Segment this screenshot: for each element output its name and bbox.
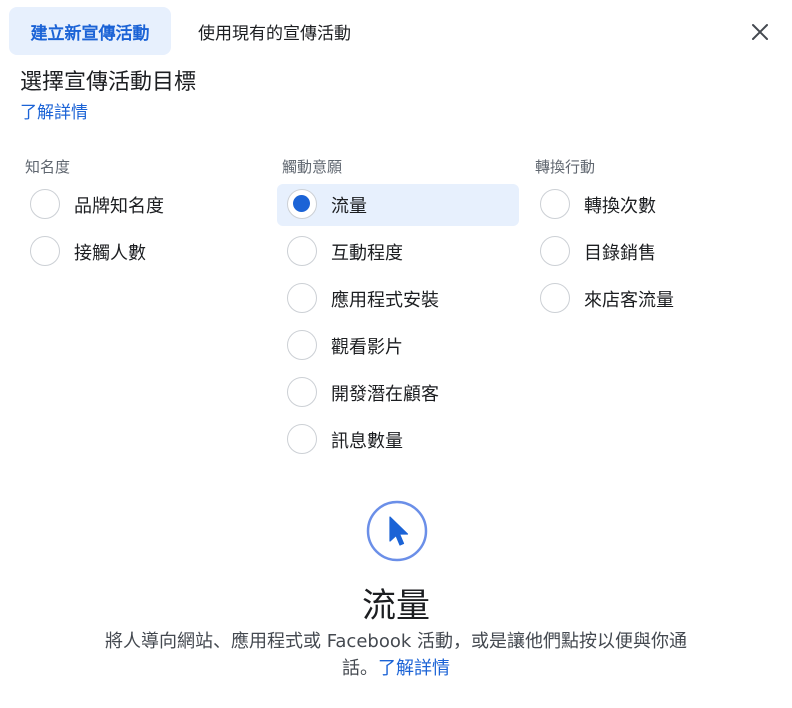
objective-option-store-traffic[interactable]: 來店客流量 bbox=[530, 278, 772, 320]
objective-option-traffic[interactable]: 流量 bbox=[277, 184, 519, 226]
tab-create-new-campaign[interactable]: 建立新宣傳活動 bbox=[9, 7, 171, 55]
option-label: 訊息數量 bbox=[331, 431, 403, 452]
radio-button[interactable] bbox=[540, 236, 570, 266]
option-label: 開發潛在顧客 bbox=[331, 384, 439, 405]
radio-button[interactable] bbox=[540, 283, 570, 313]
objective-option-conversions[interactable]: 轉換次數 bbox=[530, 184, 772, 226]
objective-option-catalog-sales[interactable]: 目錄銷售 bbox=[530, 231, 772, 273]
option-label: 轉換次數 bbox=[584, 196, 656, 217]
objective-option-reach[interactable]: 接觸人數 bbox=[20, 231, 262, 273]
column-heading: 知名度 bbox=[25, 158, 71, 176]
radio-button[interactable] bbox=[287, 424, 317, 454]
option-label: 品牌知名度 bbox=[74, 196, 164, 217]
cursor-arrow-icon bbox=[366, 500, 428, 562]
column-heading: 轉換行動 bbox=[535, 158, 596, 176]
option-label: 互動程度 bbox=[331, 243, 403, 264]
radio-button[interactable] bbox=[30, 236, 60, 266]
tab-use-existing-campaign[interactable]: 使用現有的宣傳活動 bbox=[186, 7, 363, 55]
column-heading: 觸動意願 bbox=[282, 158, 343, 176]
objective-option-video-views[interactable]: 觀看影片 bbox=[277, 325, 519, 367]
radio-button[interactable] bbox=[287, 236, 317, 266]
page-title: 選擇宣傳活動目標 bbox=[20, 70, 197, 95]
close-button[interactable] bbox=[744, 16, 776, 48]
detail-learn-more-link[interactable]: 了解詳情 bbox=[378, 658, 450, 679]
objective-option-brand-awareness[interactable]: 品牌知名度 bbox=[20, 184, 262, 226]
objective-column-conversion: 轉換行動 轉換次數 目錄銷售 來店客流量 bbox=[530, 155, 772, 323]
radio-button[interactable] bbox=[287, 283, 317, 313]
objective-detail-title: 流量 bbox=[362, 586, 430, 626]
objective-detail-description: 將人導向網站、應用程式或 Facebook 活動，或是讓他們點按以便與你通話。了… bbox=[90, 628, 702, 682]
objective-option-app-installs[interactable]: 應用程式安裝 bbox=[277, 278, 519, 320]
radio-button[interactable] bbox=[30, 189, 60, 219]
objective-option-lead-generation[interactable]: 開發潛在顧客 bbox=[277, 372, 519, 414]
objective-option-messages[interactable]: 訊息數量 bbox=[277, 419, 519, 461]
option-label: 應用程式安裝 bbox=[331, 290, 439, 311]
objective-column-awareness: 知名度 品牌知名度 接觸人數 bbox=[20, 155, 262, 276]
option-label: 目錄銷售 bbox=[584, 243, 656, 264]
option-label: 接觸人數 bbox=[74, 243, 146, 264]
objective-column-consideration: 觸動意願 流量 互動程度 應用程式安裝 觀看影片 開發潛在顧客 訊息數量 bbox=[277, 155, 519, 464]
option-label: 來店客流量 bbox=[584, 290, 674, 311]
radio-button[interactable] bbox=[287, 377, 317, 407]
radio-button[interactable] bbox=[540, 189, 570, 219]
option-label: 觀看影片 bbox=[331, 337, 403, 358]
objective-option-engagement[interactable]: 互動程度 bbox=[277, 231, 519, 273]
radio-button-selected[interactable] bbox=[287, 189, 317, 219]
radio-button[interactable] bbox=[287, 330, 317, 360]
learn-more-link[interactable]: 了解詳情 bbox=[20, 98, 88, 123]
close-icon bbox=[752, 24, 768, 40]
option-label: 流量 bbox=[331, 196, 367, 217]
